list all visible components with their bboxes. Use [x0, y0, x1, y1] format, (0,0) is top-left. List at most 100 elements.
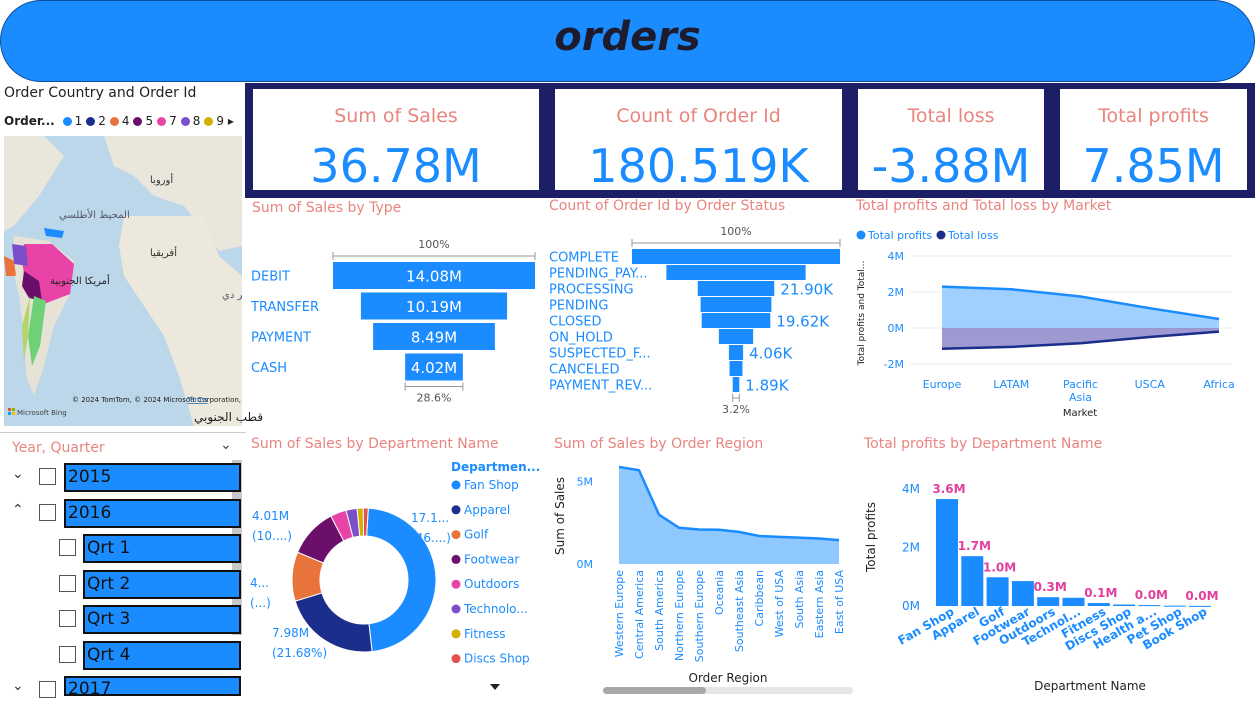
x-axis-title: Department Name: [1034, 679, 1146, 693]
funnel-chart-sales-by-type[interactable]: 100% DEBIT 14.08M TRANSFER 10.19M PAYMENT 8.49…: [246, 218, 546, 423]
funnel-data-label: 21.90K: [780, 281, 834, 299]
slicer-item-qrt2[interactable]: Qrt 2: [83, 570, 241, 599]
slicer-title: Year, Quarter: [12, 440, 105, 456]
funnel-category-label: CANCELED: [549, 363, 619, 378]
bar: [936, 499, 958, 606]
legend-dot: [451, 530, 461, 540]
map-terms-link[interactable]: Terms: [186, 396, 208, 404]
checkbox-2015[interactable]: [39, 468, 56, 485]
bar-chart-dept-profits[interactable]: 4M2M0M3.6MFan Shop1.7MApparel1.0MGolfFoo…: [858, 452, 1255, 697]
x-tick-label: South America: [653, 570, 666, 651]
legend-label: Footwear: [464, 552, 519, 566]
area-chart-market[interactable]: Total profits Total loss 4M 2M 0M -2M Europe LA…: [852, 218, 1255, 423]
funnel-chart-orders-by-status[interactable]: 100% COMPLETEPENDING_PAY...PROCESSING 21.9…: [546, 218, 850, 423]
y-tick-label: 2M: [888, 286, 905, 299]
map-title: Order Country and Order Id: [4, 85, 197, 101]
checkbox-qrt4[interactable]: [59, 646, 76, 663]
y-tick-label: 2M: [902, 540, 920, 554]
donut-data-label: 4.01M: [252, 509, 289, 523]
map-label-south-america: أمريكا الجنوبية: [50, 274, 110, 287]
funnel-category-label: DEBIT: [251, 270, 290, 285]
expand-chevron-icon[interactable]: ⌄: [12, 678, 24, 694]
legend-label: Apparel: [464, 503, 510, 517]
area-chart-region[interactable]: 5M 0M Western Europe Central America South A…: [548, 452, 854, 697]
map-canvas[interactable]: أوروبا المحيط الأطلسي أفريقيا أمريكا الج…: [4, 136, 242, 426]
donut-chart-department[interactable]: 17.1... (46....) 7.98M (21.68%) 4... (...) 4.0…: [246, 452, 546, 697]
legend-label: 5: [145, 114, 154, 128]
bar-data-label: 0.0M: [1185, 589, 1218, 603]
checkbox-2017[interactable]: [39, 681, 56, 698]
x-tick-label: LATAM: [993, 378, 1029, 391]
legend-title: Departmen...: [451, 460, 540, 474]
funnel-bar: [728, 345, 744, 360]
legend-dot: [86, 117, 96, 126]
legend-label: Total loss: [947, 229, 999, 242]
legend-entry: 5: [133, 114, 153, 128]
y-tick-label: 0M: [577, 558, 594, 571]
bar: [961, 556, 984, 606]
x-tick-label: Northern Europe: [673, 570, 686, 661]
bar-data-label: 0.3M: [1034, 580, 1067, 594]
kpi-card-profits[interactable]: Total profits 7.85M: [1057, 86, 1250, 193]
funnel-data-label: 10.19M: [406, 298, 462, 316]
funnel-category-label: PAYMENT: [251, 331, 311, 346]
x-axis-title: Order Region: [689, 671, 768, 685]
legend-entry: 7: [157, 114, 177, 128]
region-colombia[interactable]: [12, 244, 28, 266]
y-tick-label: -2M: [884, 358, 904, 371]
slicer-item-qrt4[interactable]: Qrt 4: [83, 641, 241, 670]
funnel-data-label: 14.08M: [406, 268, 462, 286]
legend-dot: [62, 117, 72, 126]
x-tick-label: West of USA: [773, 570, 786, 638]
page-title: orders: [554, 14, 701, 60]
map-label-africa: أفريقيا: [150, 246, 177, 259]
world-map[interactable]: أوروبا المحيط الأطلسي أفريقيا أمريكا الج…: [4, 136, 242, 426]
legend-label: Golf: [464, 528, 489, 542]
map-legend: Order... 1 2 4 5 7 8 9 ▸: [4, 114, 234, 128]
series-area: [619, 466, 839, 564]
chart-title: Total profits by Department Name: [864, 436, 1103, 452]
x-tick-label: Western Europe: [613, 570, 626, 658]
legend-dot: [451, 629, 461, 639]
slicer-item-2017[interactable]: 2017: [64, 676, 241, 696]
x-tick-label: USCA: [1135, 378, 1166, 391]
kpi-value: 180.519K: [588, 139, 809, 193]
y-tick-label: 0M: [902, 599, 920, 613]
funnel-category-label: SUSPECTED_F...: [549, 347, 651, 362]
kpi-card-orders[interactable]: Count of Order Id 180.519K: [552, 86, 845, 193]
x-tick-label: Southeast Asia: [733, 570, 746, 652]
legend-dot: [936, 230, 946, 240]
kpi-value: 36.78M: [310, 139, 482, 193]
y-axis-title: Sum of Sales: [553, 477, 567, 555]
x-axis-title: Market: [1063, 408, 1097, 419]
kpi-value: 7.85M: [1082, 139, 1225, 193]
checkbox-qrt2[interactable]: [59, 575, 76, 592]
funnel-category-label: COMPLETE: [549, 251, 619, 266]
funnel-bar: [700, 297, 772, 312]
chevron-down-icon[interactable]: ⌄: [220, 437, 232, 453]
kpi-card-sales[interactable]: Sum of Sales 36.78M: [250, 86, 542, 193]
expand-chevron-icon[interactable]: ⌄: [12, 466, 24, 482]
funnel-bar: [701, 313, 771, 328]
funnel-bar: [718, 329, 754, 344]
checkbox-2016[interactable]: [39, 504, 56, 521]
collapse-chevron-icon[interactable]: ⌃: [12, 502, 24, 518]
slicer-item-qrt1[interactable]: Qrt 1: [83, 534, 241, 563]
kpi-label: Total profits: [1098, 105, 1209, 127]
funnel-bottom-pct: 28.6%: [417, 392, 452, 405]
kpi-card-loss[interactable]: Total loss -3.88M: [855, 86, 1047, 193]
x-tick-label: Caribbean: [753, 570, 766, 626]
slicer-item-2015[interactable]: 2015: [64, 463, 241, 492]
checkbox-qrt1[interactable]: [59, 539, 76, 556]
chart-title: Total profits and Total loss by Market: [856, 198, 1112, 214]
x-tick-label: Eastern Asia: [813, 570, 826, 638]
map-legend-title: Order...: [4, 114, 55, 128]
kpi-label: Sum of Sales: [334, 105, 458, 127]
map-label-extra: بحر دي: [222, 290, 242, 301]
slicer-item-qrt3[interactable]: Qrt 3: [83, 605, 241, 634]
checkbox-qrt3[interactable]: [59, 610, 76, 627]
slicer-item-2016[interactable]: 2016: [64, 499, 241, 528]
legend-next-icon[interactable]: ▸: [228, 114, 234, 128]
legend-label: 7: [169, 114, 177, 128]
bar: [1062, 597, 1085, 606]
